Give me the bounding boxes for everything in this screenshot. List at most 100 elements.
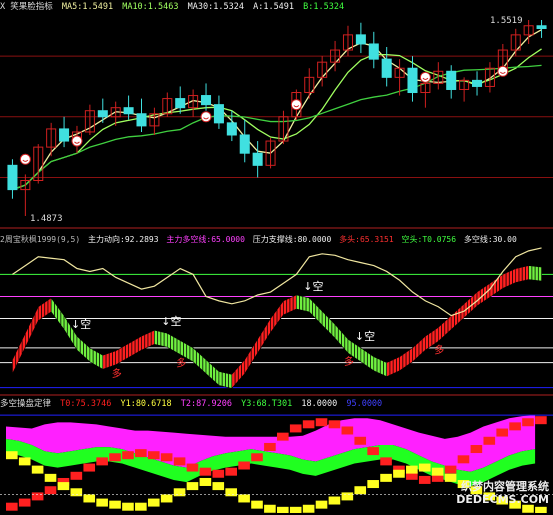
yellow-step-bar xyxy=(367,480,379,489)
t0-label: T0:75.3746 xyxy=(60,399,111,409)
y1-label-text: Y1: xyxy=(120,399,136,409)
sell-signal-label: ↓空 xyxy=(161,314,181,328)
yellow-step-bar xyxy=(251,500,263,509)
red-step-bar xyxy=(264,442,276,451)
t2-label-text: T2: xyxy=(180,399,197,409)
red-step-bar xyxy=(96,457,108,466)
main-flow-label: 主力动向:92.2893 xyxy=(88,235,159,244)
t0-label-text: T0: xyxy=(60,399,76,409)
ma30-label: MA30:1.5324 xyxy=(188,2,244,12)
red-step-bar xyxy=(31,492,44,501)
buy-signal-label: 多 xyxy=(344,355,354,368)
candle-body xyxy=(123,107,134,115)
ma30-label-text: MA30: xyxy=(187,2,214,12)
y1-label: Y1:80.6718 xyxy=(120,399,171,409)
yellow-step-bar xyxy=(186,482,199,491)
yellow-step-bar xyxy=(225,488,237,497)
ls-line-value: 65.0000 xyxy=(211,235,245,244)
main-flow-label-text: 主力动向: xyxy=(88,235,125,244)
red-step-bar xyxy=(380,457,392,466)
red-step-bar xyxy=(418,475,431,484)
buy-signal-label: 多 xyxy=(176,357,186,370)
watermark-line2: DEDECMS.COM xyxy=(456,493,549,506)
red-step-bar xyxy=(251,453,263,462)
v5-value: 95.0000 xyxy=(346,399,383,409)
short-label-text: 空头: xyxy=(401,235,423,244)
smiley-face-icon xyxy=(497,65,509,77)
red-step-bar xyxy=(535,416,547,425)
long-label-text: 多头: xyxy=(339,235,360,244)
yellow-step-bar xyxy=(418,463,431,472)
candle-body xyxy=(407,67,418,94)
smiley-face-icon xyxy=(419,71,431,83)
sell-signal-label: ↓空 xyxy=(355,329,375,343)
red-step-bar xyxy=(315,418,328,427)
yellow-step-bar xyxy=(44,473,57,482)
yellow-step-bar xyxy=(18,457,31,466)
ls2-value: 30.00 xyxy=(492,235,517,244)
t2-value: 87.9206 xyxy=(196,399,232,409)
yellow-step-bar xyxy=(147,498,160,507)
yellow-step-bar xyxy=(109,500,121,509)
red-step-bar xyxy=(496,428,508,437)
yellow-step-bar xyxy=(393,469,405,478)
red-step-bar xyxy=(173,457,186,466)
yellow-step-bar xyxy=(354,486,367,495)
ls-line-label: 主力多空线:65.0000 xyxy=(166,235,245,244)
yellow-step-bar xyxy=(238,494,250,503)
ma30-value: 1.5324 xyxy=(213,2,244,12)
red-step-bar xyxy=(457,455,470,464)
yellow-step-bar xyxy=(6,451,18,460)
red-step-bar xyxy=(147,451,160,460)
b-label-text: B: xyxy=(303,2,314,12)
panel1-header: X 笑果脸指标 MA5:1.5491 MA10:1.5463 MA30:1.53… xyxy=(0,2,348,13)
t2-label: T2:87.9206 xyxy=(181,399,232,409)
candle-body xyxy=(381,58,392,78)
yellow-step-bar xyxy=(83,494,96,503)
ma5-value: 1.5491 xyxy=(82,2,114,12)
yellow-step-bar xyxy=(31,465,44,474)
a-label: A:1.5491 xyxy=(253,2,294,12)
long-label: 多头:65.3151 xyxy=(339,235,394,244)
candle-body xyxy=(239,134,250,154)
chart-canvas: ↓空 ↓空↓空↓空多多 多多 xyxy=(0,20,553,513)
b-value: 1.5324 xyxy=(313,2,345,12)
red-step-bar xyxy=(238,461,250,470)
panel3-header: 多空操盘定律 T0:75.3746 Y1:80.6718 T2:87.9206 … xyxy=(0,399,386,410)
candle-body xyxy=(213,104,224,124)
y3-label-text: Y3: xyxy=(241,399,257,409)
sell-signal-label: ↓空 xyxy=(71,317,91,331)
candle-body xyxy=(355,34,366,45)
sell-signal-label: ↓空 xyxy=(303,279,323,293)
red-step-bar xyxy=(109,453,121,462)
short-value: T0.0756 xyxy=(422,235,457,244)
red-step-bar xyxy=(470,445,483,454)
ma5-line xyxy=(12,29,542,191)
yellow-step-bar xyxy=(135,502,147,511)
yellow-step-bar xyxy=(431,467,444,476)
red-step-bar xyxy=(44,486,57,495)
yellow-step-bar xyxy=(173,488,186,497)
high-price-label: 1.5519 xyxy=(490,16,523,26)
watermark: 织梦内容管理系统 DEDECMS.COM xyxy=(456,480,549,506)
red-step-bar xyxy=(277,432,289,441)
yellow-step-bar xyxy=(96,498,108,507)
smiley-face-icon xyxy=(19,153,31,165)
short-label: 空头:T0.0756 xyxy=(402,235,457,244)
y1-value: 80.6718 xyxy=(135,399,172,409)
red-step-bar xyxy=(18,498,31,507)
yellow-step-bar xyxy=(122,502,134,511)
candle-body xyxy=(201,95,212,106)
yellow-step-bar xyxy=(199,477,212,486)
red-step-bar xyxy=(522,418,534,427)
candle-body xyxy=(252,152,263,166)
low-price-label: 1.4873 xyxy=(30,214,63,224)
y3-label: Y3:68.T301 xyxy=(241,399,292,409)
long-value: 65.3151 xyxy=(359,235,394,244)
support-line-label-text: 压力支撑线: xyxy=(252,235,298,244)
red-step-bar xyxy=(225,467,237,476)
smiley-face-icon xyxy=(200,111,212,123)
red-step-bar xyxy=(6,502,18,511)
yellow-step-bar xyxy=(535,506,547,513)
yellow-step-bar xyxy=(315,500,328,509)
